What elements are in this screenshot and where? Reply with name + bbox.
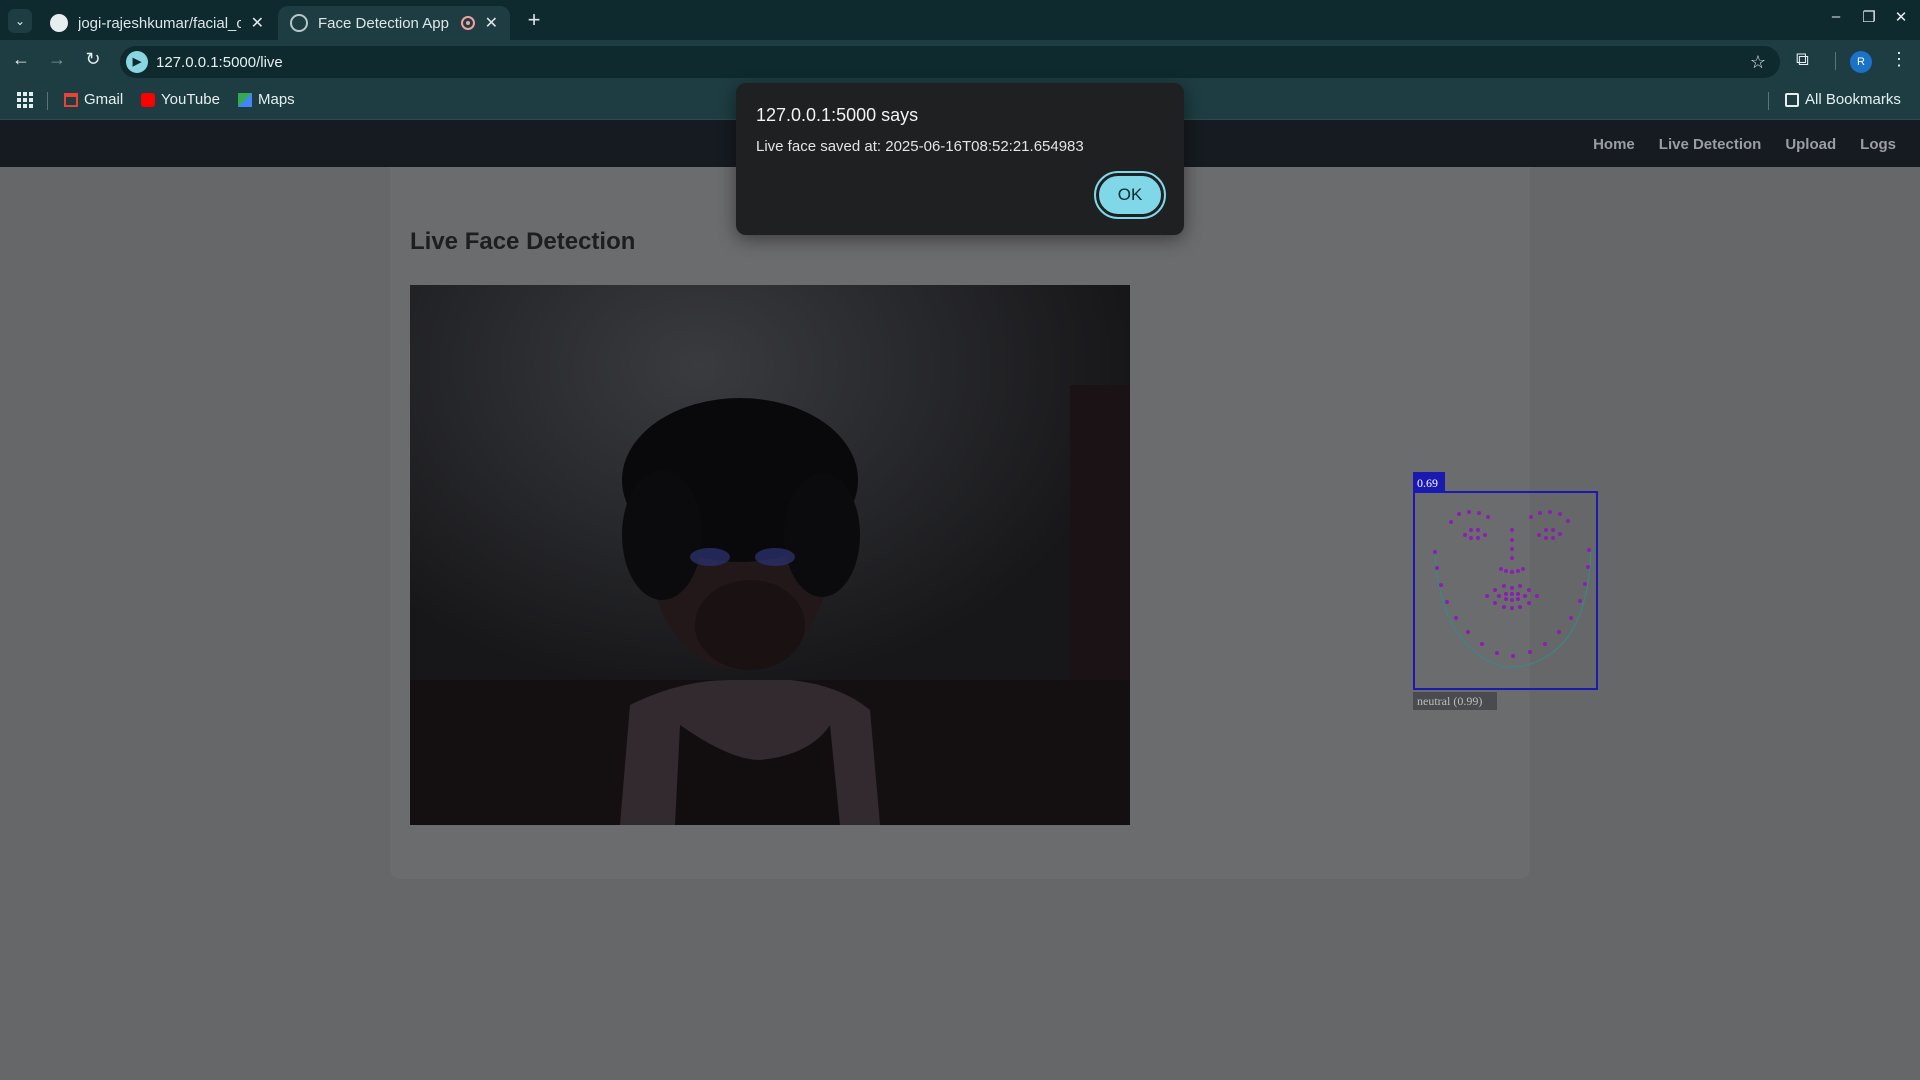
confidence-score: 0.69	[1417, 476, 1438, 490]
globe-icon	[290, 14, 308, 32]
youtube-icon	[141, 92, 155, 107]
minimize-icon[interactable]: –	[1824, 8, 1848, 25]
face-landmarks-canvas: 0.69 neutral (0.99)	[1413, 472, 1598, 710]
tab-face-detection[interactable]: Face Detection App ✕	[278, 6, 510, 40]
new-tab-button[interactable]: +	[520, 6, 548, 34]
restore-icon[interactable]: ❐	[1857, 8, 1881, 26]
apps-icon[interactable]	[17, 92, 33, 108]
alert-dialog: 127.0.0.1:5000 says Live face saved at: …	[736, 83, 1184, 235]
menu-icon[interactable]: ⋮	[1890, 49, 1908, 70]
profile-avatar[interactable]: R	[1850, 51, 1872, 73]
folder-icon	[1785, 92, 1799, 107]
nav-link-home[interactable]: Home	[1593, 136, 1635, 153]
reload-button[interactable]: ↻	[80, 49, 106, 70]
bookmark-divider	[1768, 92, 1769, 110]
tab-search-button[interactable]: ⌄	[8, 9, 32, 33]
toolbar-divider	[1835, 52, 1836, 70]
close-tab-icon[interactable]: ✕	[485, 13, 498, 33]
github-icon	[50, 14, 68, 32]
nav-link-live-detection[interactable]: Live Detection	[1659, 136, 1762, 153]
nav-link-upload[interactable]: Upload	[1785, 136, 1836, 153]
webcam-video	[410, 285, 1130, 825]
tab-github[interactable]: jogi-rajeshkumar/facial_c ✕	[38, 6, 276, 40]
extensions-icon[interactable]: ⧉	[1796, 49, 1809, 70]
bookmark-gmail[interactable]: Gmail	[64, 91, 123, 108]
forward-button[interactable]: →	[44, 49, 70, 70]
back-button[interactable]: ←	[8, 49, 34, 70]
tab-title: Face Detection App	[318, 14, 449, 32]
tab-title: jogi-rajeshkumar/facial_c	[78, 14, 241, 32]
face-detection-overlay: 0.69 neutral (0.99)	[1413, 472, 1599, 710]
bookmark-youtube[interactable]: YouTube	[141, 91, 220, 108]
all-bookmarks-label: All Bookmarks	[1805, 91, 1901, 108]
gmail-icon	[64, 92, 78, 107]
webcam-frame	[410, 285, 1130, 825]
recording-icon	[460, 16, 475, 30]
nav-link-logs[interactable]: Logs	[1860, 136, 1896, 153]
maps-icon	[238, 92, 252, 107]
camera-in-use-icon[interactable]: ▶	[126, 51, 148, 73]
bookmark-label: YouTube	[161, 91, 220, 108]
browser-toolbar: ← → ↻ ▶ 127.0.0.1:5000/live ☆ ⧉ R ⋮	[0, 40, 1920, 82]
close-window-icon[interactable]: ✕	[1889, 8, 1913, 26]
bookmark-maps[interactable]: Maps	[238, 91, 295, 108]
expression-label: neutral (0.99)	[1417, 694, 1482, 708]
all-bookmarks-button[interactable]: All Bookmarks	[1785, 91, 1901, 108]
landmark-points	[1433, 510, 1591, 658]
nav-links: Home Live Detection Upload Logs	[1593, 136, 1896, 153]
bookmark-divider	[47, 92, 48, 110]
tab-strip: ⌄ jogi-rajeshkumar/facial_c ✕ Face Detec…	[0, 0, 1920, 40]
address-bar[interactable]: ▶ 127.0.0.1:5000/live ☆	[120, 46, 1780, 78]
close-tab-icon[interactable]: ✕	[251, 13, 264, 33]
web-page: Home Live Detection Upload Logs Live Fac…	[0, 120, 1920, 1080]
bookmark-label: Maps	[258, 91, 295, 108]
bookmark-label: Gmail	[84, 91, 124, 108]
url-text: 127.0.0.1:5000/live	[156, 54, 283, 71]
dialog-title: 127.0.0.1:5000 says	[756, 105, 919, 125]
dialog-message: Live face saved at: 2025-06-16T08:52:21.…	[756, 138, 1084, 155]
bookmark-star-icon[interactable]: ☆	[1750, 52, 1766, 73]
ok-button[interactable]: OK	[1094, 171, 1166, 219]
page-title: Live Face Detection	[410, 228, 636, 255]
